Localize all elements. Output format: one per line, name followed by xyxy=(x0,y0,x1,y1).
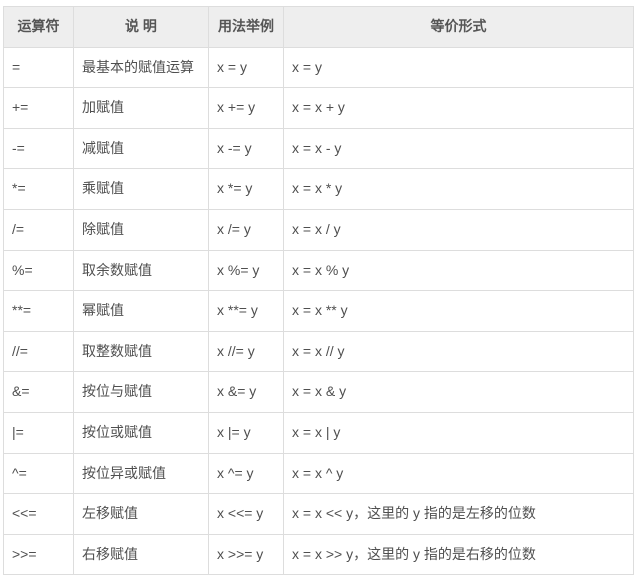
table-row: |= 按位或赋值 x |= y x = x | y xyxy=(4,412,634,453)
cell-description: 减赋值 xyxy=(74,128,209,169)
th-usage: 用法举例 xyxy=(209,7,284,48)
cell-equivalent: x = x / y xyxy=(284,209,634,250)
cell-usage: x += y xyxy=(209,88,284,129)
cell-usage: x <<= y xyxy=(209,494,284,535)
cell-description: 幂赋值 xyxy=(74,291,209,332)
th-description: 说 明 xyxy=(74,7,209,48)
cell-operator: //= xyxy=(4,331,74,372)
cell-equivalent: x = x ^ y xyxy=(284,453,634,494)
cell-description: 加赋值 xyxy=(74,88,209,129)
table-row: ^= 按位异或赋值 x ^= y x = x ^ y xyxy=(4,453,634,494)
table-row: -= 减赋值 x -= y x = x - y xyxy=(4,128,634,169)
cell-equivalent: x = x ** y xyxy=(284,291,634,332)
cell-description: 乘赋值 xyxy=(74,169,209,210)
table-header-row: 运算符 说 明 用法举例 等价形式 xyxy=(4,7,634,48)
cell-equivalent: x = y xyxy=(284,47,634,88)
table-row: >>= 右移赋值 x >>= y x = x >> y，这里的 y 指的是右移的… xyxy=(4,534,634,575)
th-operator: 运算符 xyxy=(4,7,74,48)
table-row: &= 按位与赋值 x &= y x = x & y xyxy=(4,372,634,413)
cell-equivalent: x = x & y xyxy=(284,372,634,413)
cell-description: 右移赋值 xyxy=(74,534,209,575)
cell-equivalent: x = x % y xyxy=(284,250,634,291)
cell-operator: >>= xyxy=(4,534,74,575)
cell-description: 按位或赋值 xyxy=(74,412,209,453)
cell-usage: x ^= y xyxy=(209,453,284,494)
cell-description: 取余数赋值 xyxy=(74,250,209,291)
cell-equivalent: x = x << y，这里的 y 指的是左移的位数 xyxy=(284,494,634,535)
table-row: /= 除赋值 x /= y x = x / y xyxy=(4,209,634,250)
table-row: = 最基本的赋值运算 x = y x = y xyxy=(4,47,634,88)
cell-operator: /= xyxy=(4,209,74,250)
cell-usage: x *= y xyxy=(209,169,284,210)
cell-usage: x &= y xyxy=(209,372,284,413)
table-row: //= 取整数赋值 x //= y x = x // y xyxy=(4,331,634,372)
cell-usage: x **= y xyxy=(209,291,284,332)
cell-usage: x -= y xyxy=(209,128,284,169)
cell-description: 按位与赋值 xyxy=(74,372,209,413)
th-equivalent: 等价形式 xyxy=(284,7,634,48)
cell-operator: ^= xyxy=(4,453,74,494)
cell-equivalent: x = x + y xyxy=(284,88,634,129)
table-row: **= 幂赋值 x **= y x = x ** y xyxy=(4,291,634,332)
cell-operator: &= xyxy=(4,372,74,413)
table-row: += 加赋值 x += y x = x + y xyxy=(4,88,634,129)
cell-description: 左移赋值 xyxy=(74,494,209,535)
cell-description: 按位异或赋值 xyxy=(74,453,209,494)
cell-operator: += xyxy=(4,88,74,129)
cell-equivalent: x = x >> y，这里的 y 指的是右移的位数 xyxy=(284,534,634,575)
cell-operator: -= xyxy=(4,128,74,169)
cell-usage: x //= y xyxy=(209,331,284,372)
cell-usage: x %= y xyxy=(209,250,284,291)
cell-usage: x /= y xyxy=(209,209,284,250)
cell-usage: x = y xyxy=(209,47,284,88)
cell-operator: = xyxy=(4,47,74,88)
operators-table: 运算符 说 明 用法举例 等价形式 = 最基本的赋值运算 x = y x = y… xyxy=(3,6,634,575)
cell-equivalent: x = x * y xyxy=(284,169,634,210)
cell-operator: <<= xyxy=(4,494,74,535)
cell-operator: *= xyxy=(4,169,74,210)
cell-equivalent: x = x | y xyxy=(284,412,634,453)
table-row: *= 乘赋值 x *= y x = x * y xyxy=(4,169,634,210)
cell-usage: x >>= y xyxy=(209,534,284,575)
cell-operator: **= xyxy=(4,291,74,332)
cell-equivalent: x = x - y xyxy=(284,128,634,169)
cell-operator: %= xyxy=(4,250,74,291)
table-row: <<= 左移赋值 x <<= y x = x << y，这里的 y 指的是左移的… xyxy=(4,494,634,535)
table-container: 运算符 说 明 用法举例 等价形式 = 最基本的赋值运算 x = y x = y… xyxy=(0,0,637,581)
cell-usage: x |= y xyxy=(209,412,284,453)
cell-description: 除赋值 xyxy=(74,209,209,250)
cell-description: 取整数赋值 xyxy=(74,331,209,372)
cell-operator: |= xyxy=(4,412,74,453)
table-row: %= 取余数赋值 x %= y x = x % y xyxy=(4,250,634,291)
cell-equivalent: x = x // y xyxy=(284,331,634,372)
cell-description: 最基本的赋值运算 xyxy=(74,47,209,88)
